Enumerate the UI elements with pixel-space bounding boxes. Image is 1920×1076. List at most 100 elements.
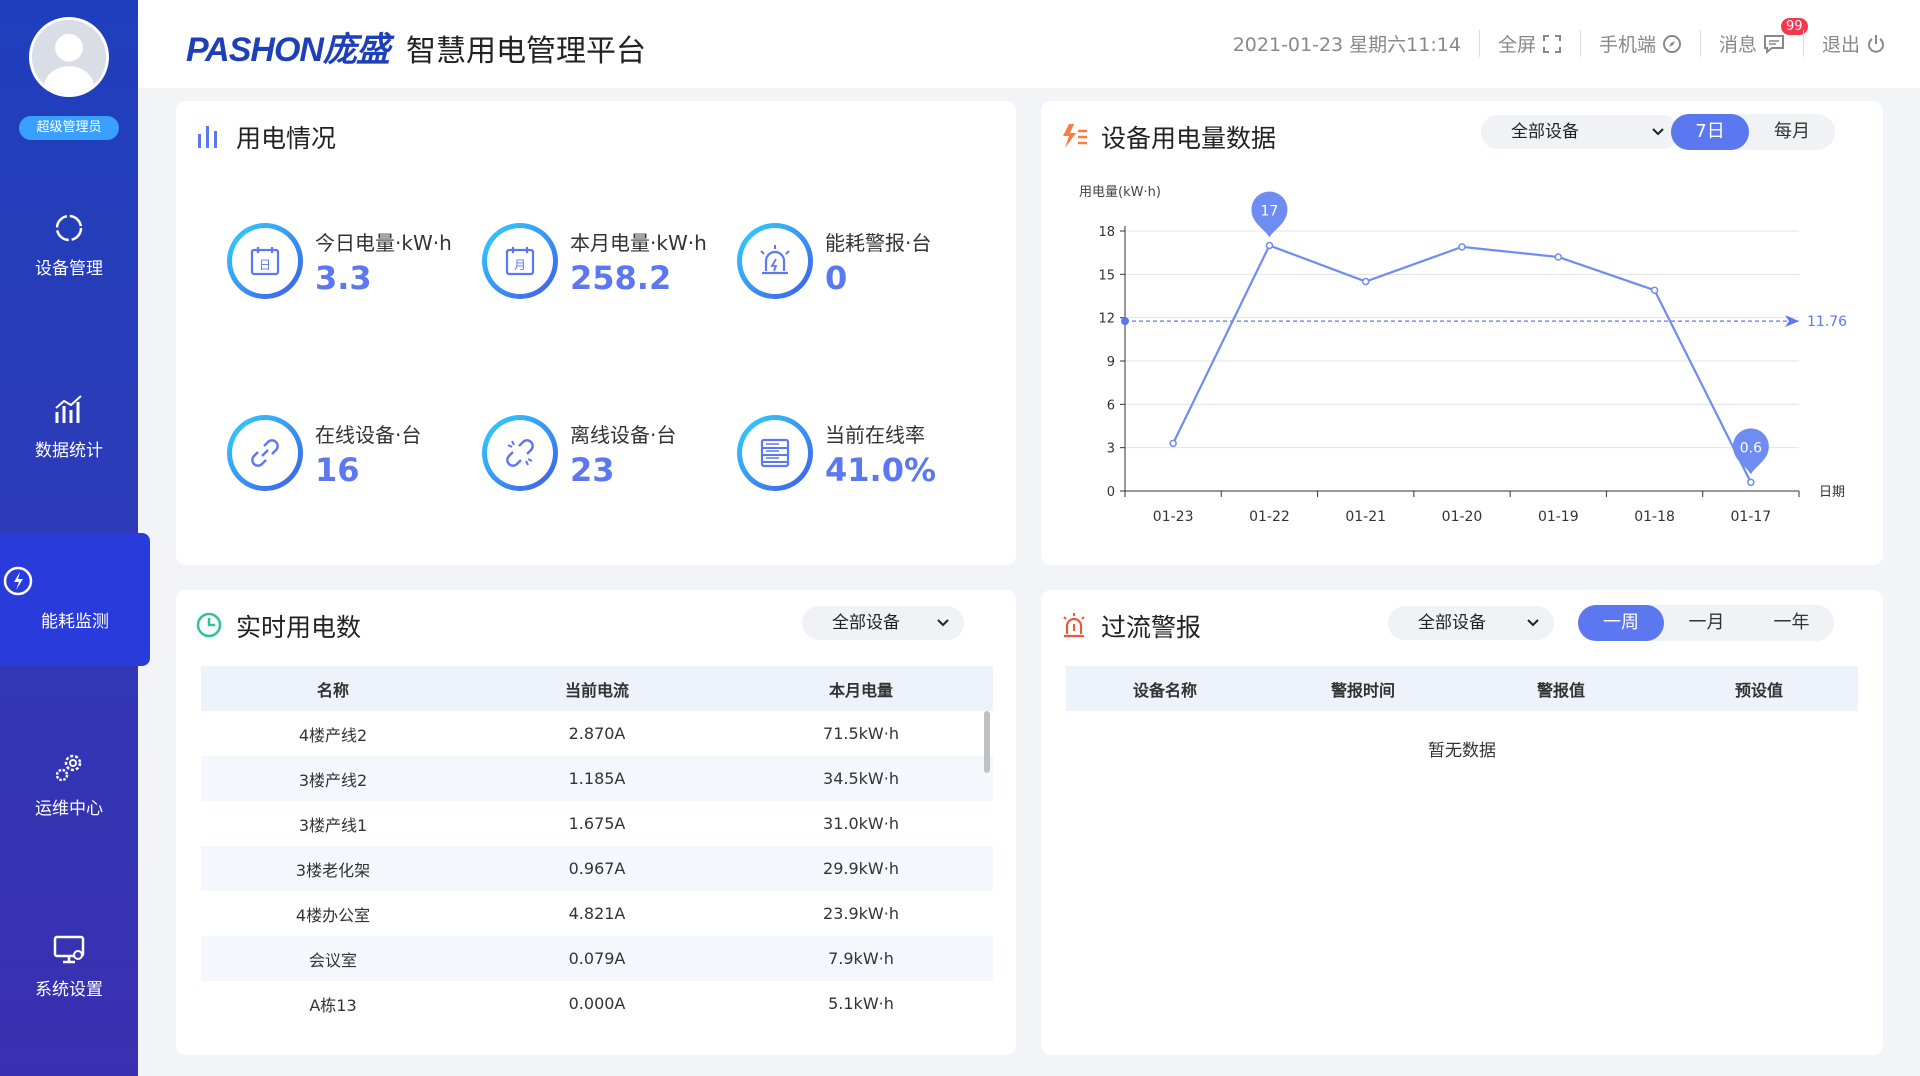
table-row[interactable]: 3楼产线1 1.675A 31.0kW·h [201,801,993,846]
realtime-title: 实时用电数 [236,613,362,642]
table-cell: 23.9kW·h [823,904,899,923]
table-header-row: 名称 当前电流 本月电量 [201,666,993,711]
stat-value: 41.0% [825,451,937,489]
stat-value: 3.3 [315,259,372,297]
realtime-device-select[interactable]: 全部设备 [802,606,964,640]
x-tick-label: 01-18 [1634,509,1675,525]
messages-button[interactable]: 消息 99 [1699,18,1808,57]
stat-offline-devices: 离线设备·台 23 [482,415,712,505]
realtime-table-viewport[interactable]: 名称 当前电流 本月电量 4楼产线2 2.870A 71.5kW·h 3楼产线2 1.1… [201,666,993,1038]
data-point [1650,286,1659,294]
table-row[interactable]: A栋13 0.000A 5.1kW·h [201,981,993,1026]
datetime-display: 2021-01-23 星期六11:14 [1215,30,1479,57]
table-row[interactable]: 4楼产线2 2.870A 71.5kW·h [201,711,993,756]
calendar-day-icon: 日 [250,247,280,276]
table-scrollbar-thumb[interactable] [984,711,990,773]
alarm-light-icon [760,245,790,275]
table-row[interactable]: 会议室 0.079A 7.9kW·h [201,936,993,981]
x-tick-label: 01-19 [1538,509,1579,525]
overcurrent-alarm-card: 过流警报 全部设备 一周 一月 一年 设备名称 警报时间 警报值 预设值 暂无数… [1041,590,1883,1055]
role-badge: 超级管理员 [19,116,119,140]
marker-label: 0.6 [1740,440,1762,456]
alarm-table: 设备名称 警报时间 警报值 预设值 [1066,666,1858,711]
table-cell: 2.870A [568,724,626,743]
stat-label: 在线设备·台 [315,423,422,447]
y-tick-label: 15 [1098,268,1115,283]
mobile-button[interactable]: 手机端 [1579,30,1700,57]
table-row[interactable]: 4楼办公室 4.821A 23.9kW·h [201,891,993,936]
nav-system-settings[interactable]: 系统设置 [0,901,138,1031]
energy-icon [3,566,33,596]
stat-value: 16 [315,451,360,489]
x-tick-label: 01-17 [1731,509,1772,525]
svg-text:日: 日 [259,258,271,272]
compass-icon [1662,34,1681,53]
table-cell: 4.821A [568,904,626,923]
logout-label: 退出 [1821,34,1860,56]
nav-device-management[interactable]: 设备管理 [0,180,138,310]
y-tick-label: 6 [1107,398,1115,413]
column-header: 预设值 [1660,666,1858,711]
stat-label: 离线设备·台 [570,423,677,447]
x-axis-label: 日期 [1819,485,1845,500]
average-start-point [1121,317,1129,326]
power-icon [1868,34,1884,53]
x-tick-label: 01-23 [1153,509,1194,525]
logout-button[interactable]: 退出 [1802,30,1904,57]
stat-label: 当前在线率 [825,423,925,447]
y-tick-label: 3 [1107,442,1115,457]
empty-state: 暂无数据 [1428,741,1496,761]
table-cell: 3楼老化架 [201,846,465,891]
y-axis-label: 用电量(kW·h) [1079,185,1161,200]
alarm-title: 过流警报 [1101,613,1202,642]
y-tick-label: 18 [1098,225,1115,240]
tab-month[interactable]: 一月 [1664,605,1749,641]
usage-card: 用电情况 日 今日电量·kW·h 3.3 月 本月电量·kW·h 258.2 能… [176,101,1016,565]
stat-label: 能耗警报·台 [825,231,932,255]
column-header: 警报时间 [1264,666,1462,711]
expand-icon [1542,34,1561,53]
x-tick-label: 01-20 [1442,509,1483,525]
table-cell: 29.9kW·h [729,846,993,891]
stat-label: 本月电量·kW·h [570,231,707,255]
nav-energy-monitoring[interactable]: 能耗监测 [0,533,150,666]
page-title: 智慧用电管理平台 [406,34,646,69]
column-header: 当前电流 [465,666,729,711]
nav-data-statistics[interactable]: 数据统计 [0,362,138,492]
tab-week[interactable]: 一周 [1578,605,1664,641]
table-cell: 71.5kW·h [823,724,899,743]
column-header: 本月电量 [729,666,993,711]
fullscreen-button[interactable]: 全屏 [1478,30,1580,57]
stat-ring [737,223,813,299]
data-point [1747,478,1755,487]
nav-operations-center[interactable]: 运维中心 [0,720,138,850]
realtime-table-body: 4楼产线2 2.870A 71.5kW·h 3楼产线2 1.185A 34.5kW·h 3楼… [201,711,993,1026]
mobile-label: 手机端 [1598,34,1656,56]
usage-title: 用电情况 [236,124,337,153]
stat-value: 0 [825,259,848,297]
alarm-select-value: 全部设备 [1418,613,1486,633]
table-cell: 0.079A [465,936,729,981]
user-avatar[interactable] [29,17,109,97]
brand-logo: PASHON庞盛 [186,31,390,69]
stat-ring [227,415,303,491]
y-tick-label: 12 [1098,312,1115,327]
table-cell: 4楼产线2 [298,725,368,745]
table-header-row: 设备名称 警报时间 警报值 预设值 [1066,666,1858,711]
table-row[interactable]: 3楼老化架 0.967A 29.9kW·h [201,846,993,891]
chevron-down-icon [1527,619,1539,627]
table-row[interactable]: 3楼产线2 1.185A 34.5kW·h [201,756,993,801]
stat-value: 258.2 [570,259,672,297]
table-cell: 5.1kW·h [828,994,894,1013]
tab-year[interactable]: 一年 [1749,605,1834,641]
table-cell: A栋13 [309,995,357,1015]
message-icon [1763,34,1784,54]
table-cell: 0.000A [568,994,626,1013]
stat-energy-alarms: 能耗警报·台 0 [737,223,967,313]
bar-chart-icon [198,126,217,148]
table-cell: 31.0kW·h [823,814,899,833]
header-actions: 2021-01-23 星期六11:14 全屏 手机端 消息 99 退出 [1215,18,1904,57]
alarm-device-select[interactable]: 全部设备 [1388,606,1554,640]
alarm-period-tabs: 一周 一月 一年 [1578,605,1834,641]
data-point [1265,241,1274,250]
